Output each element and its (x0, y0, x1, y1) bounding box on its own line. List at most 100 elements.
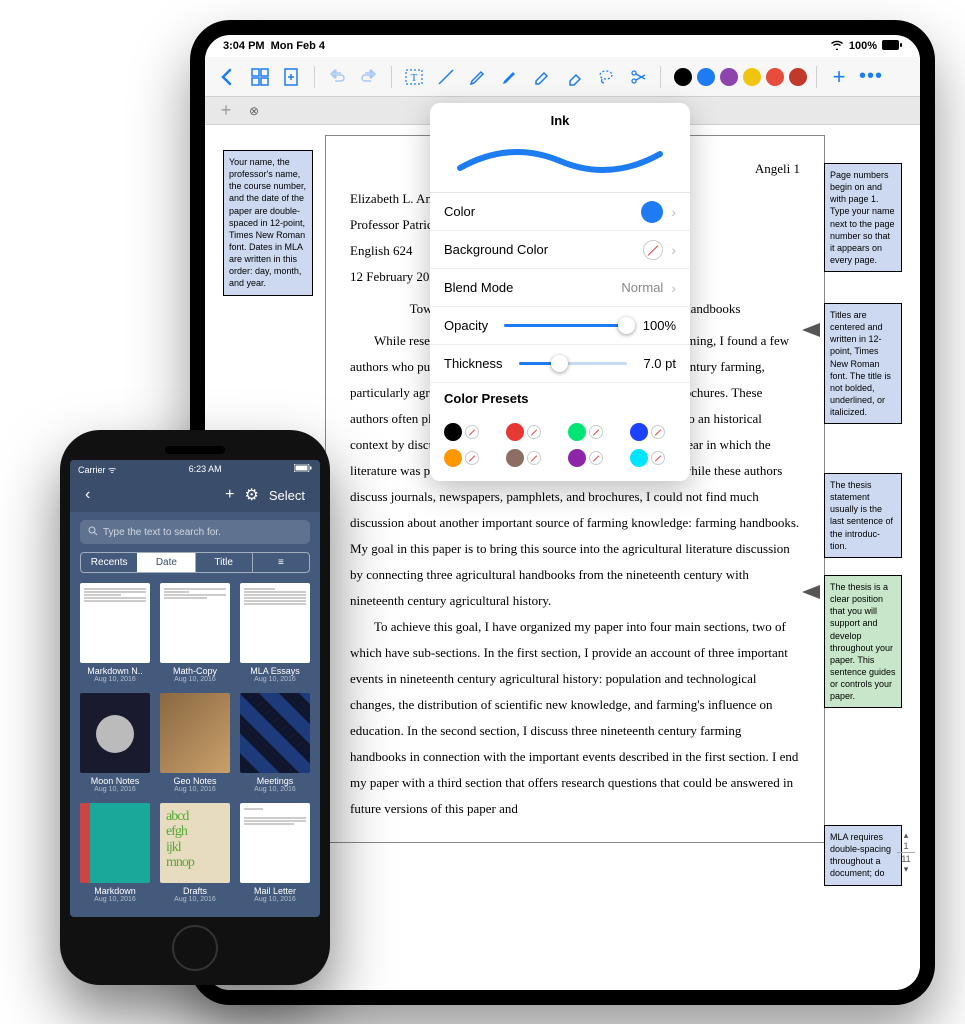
pen-tool-button[interactable] (465, 64, 491, 90)
scroll-down-icon[interactable]: ▾ (897, 864, 915, 875)
color-purple[interactable] (720, 68, 738, 86)
iphone-speaker (165, 446, 225, 454)
document-item[interactable]: Math-Copy Aug 10, 2016 (160, 583, 230, 683)
segment-recents[interactable]: Recents (81, 553, 137, 572)
preset-brown[interactable] (506, 449, 552, 467)
preset-blue[interactable] (630, 423, 676, 441)
thickness-slider[interactable] (519, 362, 628, 365)
sort-segmented-control: Recents Date Title ≡ (80, 552, 310, 573)
preset-red[interactable] (506, 423, 552, 441)
close-tab-button[interactable]: ⊗ (249, 104, 259, 118)
color-palette (674, 68, 807, 86)
item-name: Markdown N.. (80, 666, 150, 676)
segment-title[interactable]: Title (195, 553, 252, 572)
thickness-row[interactable]: Thickness 7.0 pt (430, 345, 690, 383)
item-name: Drafts (160, 886, 230, 896)
color-black[interactable] (674, 68, 692, 86)
color-blue[interactable] (697, 68, 715, 86)
page-scroll-indicator[interactable]: ▴ 1 11 ▾ (897, 830, 915, 875)
scissors-tool-button[interactable] (625, 64, 651, 90)
search-field[interactable]: Type the text to search for. (80, 520, 310, 544)
opacity-row[interactable]: Opacity 100% (430, 307, 690, 345)
ipad-toolbar: T + ••• (205, 57, 920, 97)
text-tool-button[interactable]: T (401, 64, 427, 90)
document-item[interactable]: Markdown Aug 10, 2016 (80, 803, 150, 903)
opacity-value: 100% (643, 318, 676, 333)
item-name: MLA Essays (240, 666, 310, 676)
item-name: Math-Copy (160, 666, 230, 676)
document-item[interactable]: abcdefghijklmnop Drafts Aug 10, 2016 (160, 803, 230, 903)
add-button[interactable]: + (220, 486, 239, 504)
back-button[interactable]: ‹ (80, 486, 95, 504)
search-icon (88, 526, 98, 539)
arrow-icon (802, 585, 820, 599)
background-color-row[interactable]: Background Color › (430, 231, 690, 269)
item-name: Mail Letter (240, 886, 310, 896)
lasso-tool-button[interactable] (593, 64, 619, 90)
wifi-icon: ᯤ (108, 465, 116, 475)
thumb-meetings (240, 693, 310, 773)
document-item[interactable]: MLA Essays Aug 10, 2016 (240, 583, 310, 683)
presets-label: Color Presets (444, 391, 529, 406)
add-button[interactable]: + (826, 64, 852, 90)
thickness-label: Thickness (444, 356, 503, 371)
thumb-mla (240, 583, 310, 663)
opacity-slider[interactable] (504, 324, 627, 327)
scroll-up-icon[interactable]: ▴ (897, 830, 915, 841)
item-date: Aug 10, 2016 (240, 676, 310, 683)
color-darkred[interactable] (789, 68, 807, 86)
grid-view-button[interactable] (247, 64, 273, 90)
item-name: Moon Notes (80, 776, 150, 786)
blend-label: Blend Mode (444, 280, 513, 295)
wifi-icon (830, 40, 844, 53)
blend-mode-row[interactable]: Blend Mode Normal › (430, 269, 690, 307)
gear-icon: ⚙ (245, 487, 259, 504)
document-item[interactable]: Mail Letter Aug 10, 2016 (240, 803, 310, 903)
color-row[interactable]: Color › (430, 193, 690, 231)
document-item[interactable]: Meetings Aug 10, 2016 (240, 693, 310, 793)
document-item[interactable]: Moon Notes Aug 10, 2016 (80, 693, 150, 793)
select-button[interactable]: Select (264, 488, 310, 503)
color-red[interactable] (766, 68, 784, 86)
preset-cyan[interactable] (630, 449, 676, 467)
preset-green[interactable] (568, 423, 614, 441)
line-tool-button[interactable] (433, 64, 459, 90)
iphone-device: Carrier ᯤ 6:23 AM ‹ + ⚙ Select Type the … (60, 430, 330, 985)
item-date: Aug 10, 2016 (80, 786, 150, 793)
document-item[interactable]: Markdown N.. Aug 10, 2016 (80, 583, 150, 683)
eraser-tool-button[interactable] (561, 64, 587, 90)
undo-button[interactable] (324, 64, 350, 90)
item-name: Meetings (240, 776, 310, 786)
total-pages: 11 (897, 854, 915, 864)
status-time: 6:23 AM (189, 464, 222, 474)
ink-popover: Ink Color › Background Color › Blend Mod… (430, 103, 690, 481)
color-presets-grid (430, 413, 690, 481)
back-button[interactable] (215, 64, 241, 90)
item-date: Aug 10, 2016 (160, 786, 230, 793)
segment-date[interactable]: Date (137, 553, 194, 572)
document-item[interactable]: Geo Notes Aug 10, 2016 (160, 693, 230, 793)
preset-purple[interactable] (568, 449, 614, 467)
iphone-status-bar: Carrier ᯤ 6:23 AM (70, 460, 320, 478)
opacity-label: Opacity (444, 318, 488, 333)
document-grid: Markdown N.. Aug 10, 2016 Math-Copy Aug … (70, 583, 320, 903)
marker-tool-button[interactable] (497, 64, 523, 90)
redo-button[interactable] (356, 64, 382, 90)
add-page-button[interactable] (279, 64, 305, 90)
none-swatch-icon (643, 240, 663, 260)
battery-icon (294, 464, 312, 474)
home-button[interactable] (172, 925, 218, 971)
highlighter-tool-button[interactable] (529, 64, 555, 90)
preset-black[interactable] (444, 423, 490, 441)
segment-list[interactable]: ≡ (252, 553, 309, 572)
status-date: Mon Feb 4 (271, 40, 325, 52)
thickness-value: 7.0 pt (643, 356, 676, 371)
chevron-right-icon: › (671, 242, 676, 258)
battery-icon (882, 40, 902, 53)
settings-button[interactable]: ⚙ (240, 485, 264, 505)
color-yellow[interactable] (743, 68, 761, 86)
preset-orange[interactable] (444, 449, 490, 467)
item-date: Aug 10, 2016 (80, 896, 150, 903)
new-tab-button[interactable]: + (213, 98, 239, 124)
more-button[interactable]: ••• (858, 64, 884, 90)
